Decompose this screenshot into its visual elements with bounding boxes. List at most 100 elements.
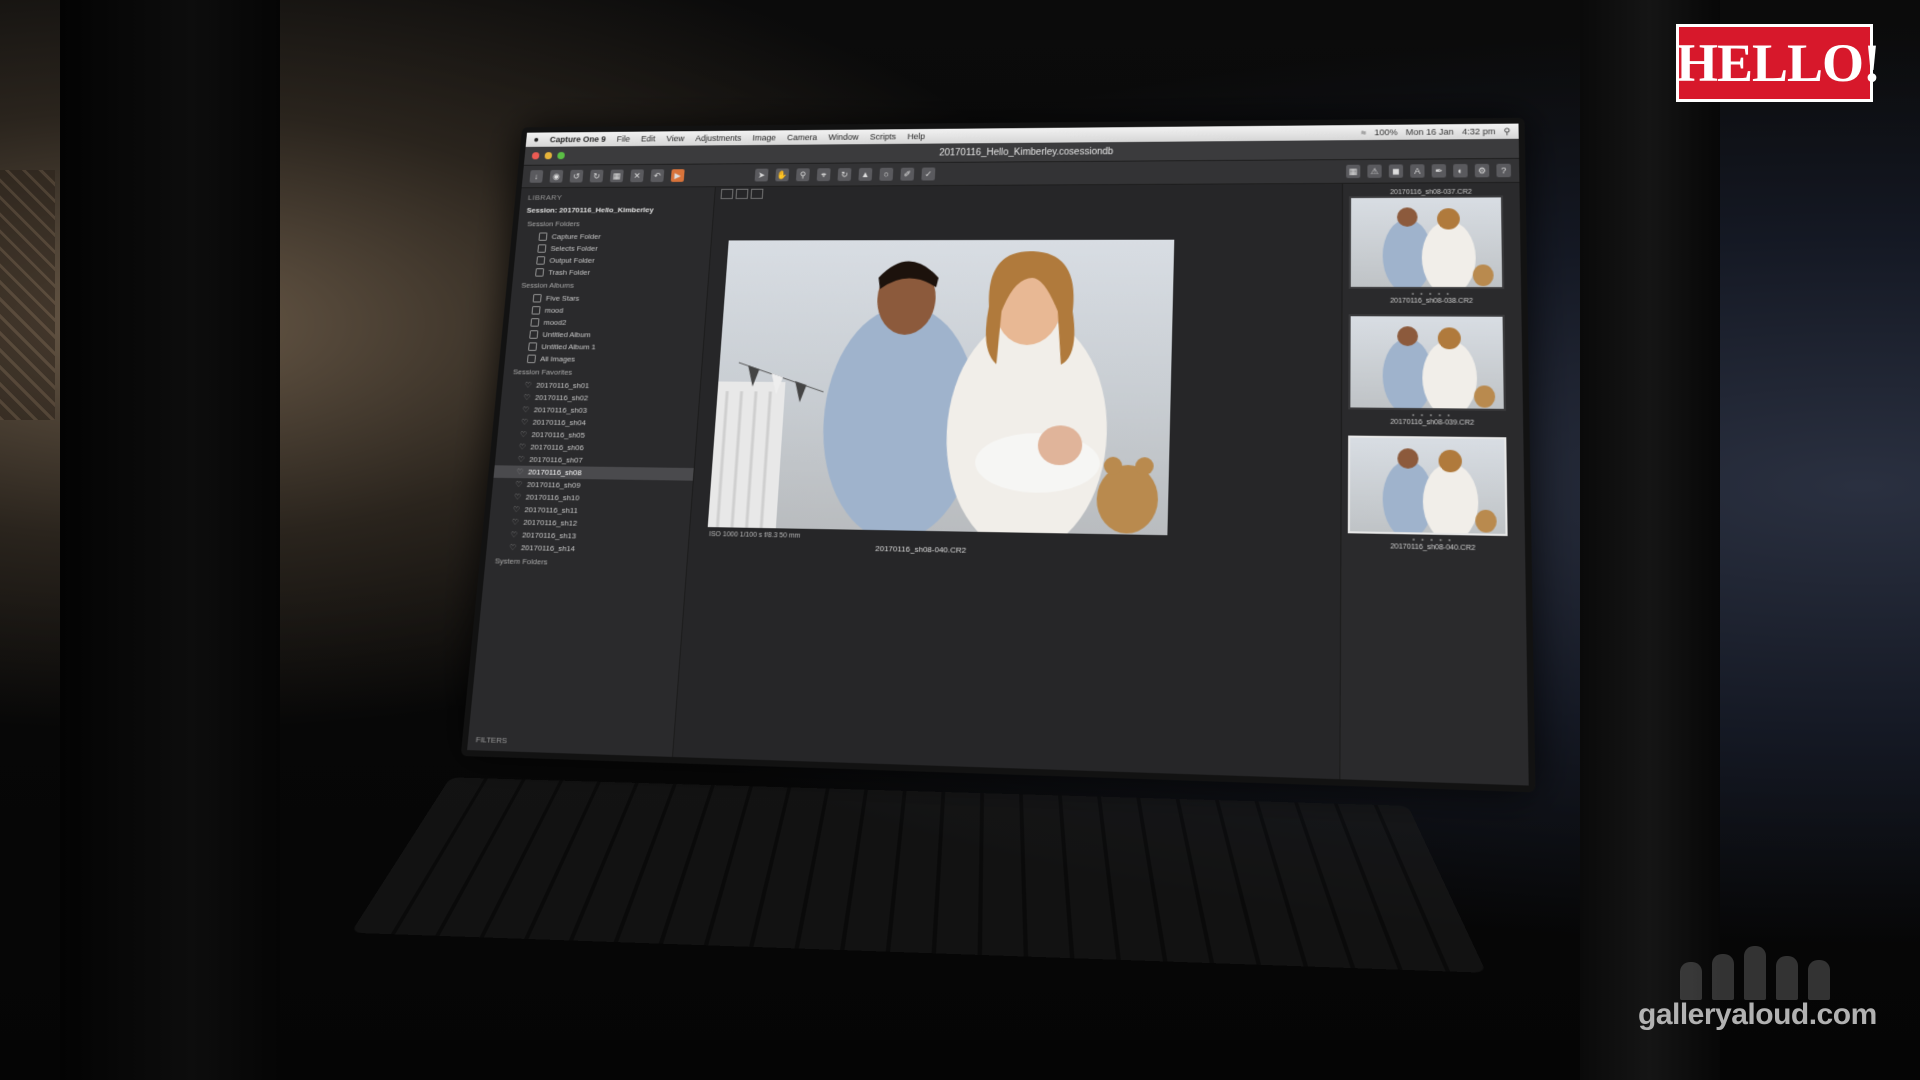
session-folders-title[interactable]: Session Folders — [517, 217, 712, 231]
session-name: Session: 20170116_Hello_Kimberley — [519, 203, 714, 217]
black-drape-left — [60, 0, 280, 1080]
menu-scripts[interactable]: Scripts — [870, 132, 897, 141]
watermark-text: galleryaloud.com — [1638, 998, 1877, 1032]
grid-icon[interactable]: ▦ — [1346, 165, 1360, 178]
menu-help[interactable]: Help — [907, 132, 925, 141]
main-photo[interactable] — [708, 240, 1175, 536]
heart-icon: ♡ — [515, 480, 523, 489]
cursor-tool-icon[interactable]: ➤ — [755, 169, 769, 182]
capture-icon[interactable]: ◉ — [549, 170, 563, 183]
menu-file[interactable]: File — [616, 134, 630, 143]
heart-icon: ♡ — [522, 405, 529, 414]
keystone-tool-icon[interactable]: ▲ — [858, 168, 872, 181]
thumbnail-browser: 20170116_sh08-037.CR2 • • • • • 20170116… — [1339, 183, 1528, 786]
window-title: 20170116_Hello_Kimberley.cosessiondb — [939, 146, 1114, 157]
album-item[interactable]: Untitled Album — [507, 328, 704, 341]
menu-edit[interactable]: Edit — [641, 134, 656, 143]
folder-capture[interactable]: Capture Folder — [516, 230, 711, 242]
process-icon[interactable]: ▶ — [671, 169, 685, 182]
session-albums-title[interactable]: Session Albums — [512, 278, 708, 292]
library-header[interactable]: LIBRARY — [520, 191, 714, 204]
viewer-image-name: 20170116_sh08-040.CR2 — [875, 544, 966, 555]
help-icon[interactable]: ? — [1496, 164, 1511, 178]
album-icon — [531, 306, 540, 314]
trash-icon[interactable]: ✕ — [630, 169, 644, 182]
batch-icon[interactable]: ▦ — [610, 170, 624, 183]
folder-output[interactable]: Output Folder — [514, 254, 710, 266]
settings-icon[interactable]: ⚙ — [1475, 164, 1490, 178]
thumbnail-item[interactable]: • • • • • 20170116_sh08-038.CR2 — [1349, 195, 1515, 304]
spot-tool-icon[interactable]: ○ — [879, 168, 893, 181]
text-icon[interactable]: A — [1410, 164, 1424, 177]
heart-icon: ♡ — [510, 530, 518, 539]
eyedropper-icon[interactable]: ✒ — [1432, 164, 1446, 177]
heart-icon: ♡ — [521, 418, 529, 427]
heart-icon: ♡ — [509, 543, 517, 552]
import-icon[interactable]: ↓ — [529, 170, 543, 183]
heart-icon: ♡ — [514, 493, 522, 502]
rotate-tool-icon[interactable]: ↻ — [837, 168, 851, 181]
clock-date[interactable]: Mon 16 Jan — [1406, 127, 1454, 138]
menu-adjustments[interactable]: Adjustments — [695, 133, 742, 142]
black-drape-right — [1580, 0, 1720, 1080]
multi-view-icon[interactable] — [736, 189, 749, 199]
brush-tool-icon[interactable]: ✐ — [900, 168, 914, 181]
heart-icon: ♡ — [511, 518, 519, 527]
heart-icon: ♡ — [520, 430, 528, 439]
close-window-button[interactable] — [532, 152, 540, 159]
trash-icon — [535, 268, 544, 276]
album-icon — [527, 355, 536, 363]
crop-tool-icon[interactable]: ⌖ — [817, 168, 831, 181]
album-item[interactable]: mood2 — [508, 316, 705, 329]
menu-app-name[interactable]: Capture One 9 — [549, 135, 606, 144]
folder-selects[interactable]: Selects Folder — [515, 242, 711, 254]
album-icon — [529, 330, 538, 338]
album-icon — [533, 294, 542, 302]
album-icon — [530, 318, 539, 326]
image-viewer[interactable]: ISO 1000 1/100 s f/8.3 50 mm 20170116_sh… — [673, 184, 1342, 779]
menu-view[interactable]: View — [666, 134, 685, 143]
session-favorites-title[interactable]: Session Favorites — [503, 365, 701, 381]
rotate-right-icon[interactable]: ↻ — [590, 170, 604, 183]
menu-window[interactable]: Window — [828, 132, 859, 141]
minimize-window-button[interactable] — [544, 152, 552, 159]
system-folders-title[interactable]: System Folders — [485, 553, 687, 572]
warning-icon[interactable]: ⚠ — [1367, 165, 1381, 178]
heart-icon: ♡ — [524, 381, 531, 390]
single-view-icon[interactable] — [721, 189, 734, 199]
menu-image[interactable]: Image — [752, 133, 776, 142]
family-photo — [708, 240, 1175, 536]
thumbnail-name: 20170116_sh08-039.CR2 — [1348, 418, 1517, 427]
viewer-mode-tabs — [721, 189, 764, 199]
filters-panel-toggle[interactable]: FILTERS — [475, 735, 507, 745]
wifi-icon[interactable]: ≈ — [1361, 127, 1366, 137]
picker-tool-icon[interactable]: ✓ — [921, 168, 935, 181]
undo-icon[interactable]: ↶ — [650, 169, 664, 182]
compare-view-icon[interactable] — [751, 189, 764, 199]
heart-icon: ♡ — [517, 455, 525, 464]
battery-level[interactable]: 100% — [1374, 127, 1397, 138]
watermark-figures — [1680, 940, 1870, 1000]
clock-time[interactable]: 4:32 pm — [1462, 126, 1495, 137]
thumbnail-image — [1348, 314, 1506, 411]
thumbnail-item[interactable]: • • • • • 20170116_sh08-039.CR2 — [1348, 314, 1517, 427]
album-item[interactable]: Untitled Album 1 — [506, 340, 704, 353]
proof-icon[interactable]: ◼ — [1389, 164, 1403, 177]
zoom-tool-icon[interactable]: ⚲ — [796, 168, 810, 181]
compare-icon[interactable]: ◐ — [1453, 164, 1468, 177]
capture-info: ISO 1000 1/100 s f/8.3 50 mm — [709, 531, 801, 540]
folder-icon — [538, 233, 547, 241]
rotate-left-icon[interactable]: ↺ — [570, 170, 584, 183]
apple-icon[interactable]: ● — [533, 135, 539, 145]
pan-tool-icon[interactable]: ✋ — [775, 168, 789, 181]
album-item[interactable]: Five Stars — [510, 292, 707, 305]
heart-icon: ♡ — [513, 505, 521, 514]
hello-logo: HELLO! — [1676, 24, 1873, 102]
folder-trash[interactable]: Trash Folder — [513, 266, 709, 278]
spotlight-icon[interactable]: ⚲ — [1504, 126, 1511, 137]
thumbnail-item-selected[interactable]: • • • • • 20170116_sh08-040.CR2 — [1348, 436, 1519, 553]
menu-camera[interactable]: Camera — [787, 133, 818, 142]
zoom-window-button[interactable] — [557, 152, 565, 159]
album-item[interactable]: mood — [509, 304, 706, 317]
folder-icon — [537, 244, 546, 252]
